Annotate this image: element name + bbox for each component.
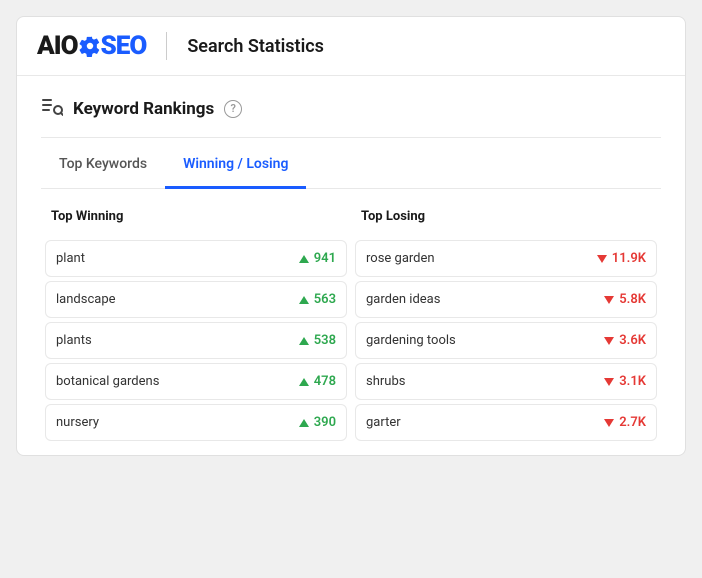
arrow-down-icon: [604, 378, 614, 386]
keyword-name: shrubs: [366, 374, 405, 389]
keyword-value: 5.8K: [604, 292, 646, 307]
keyword-name: plant: [56, 251, 85, 266]
table-area: Top Winning plant 941 landscape 563 plan…: [41, 189, 661, 455]
header-divider: [166, 32, 167, 60]
losing-row: shrubs 3.1K: [355, 363, 657, 400]
keyword-value: 390: [299, 415, 336, 430]
tab-top-keywords[interactable]: Top Keywords: [41, 142, 165, 189]
keyword-value: 11.9K: [597, 251, 646, 266]
winning-row: landscape 563: [45, 281, 347, 318]
keyword-value: 563: [299, 292, 336, 307]
losing-row: garter 2.7K: [355, 404, 657, 441]
losing-header: Top Losing: [351, 209, 661, 236]
card-body: Keyword Rankings ? Top Keywords Winning …: [17, 76, 685, 455]
losing-row: rose garden 11.9K: [355, 240, 657, 277]
losing-row: garden ideas 5.8K: [355, 281, 657, 318]
arrow-up-icon: [299, 255, 309, 263]
page-title: Search Statistics: [187, 36, 324, 57]
list-search-icon: [41, 96, 63, 121]
tab-winning-losing[interactable]: Winning / Losing: [165, 142, 306, 189]
keyword-value: 3.6K: [604, 333, 646, 348]
app-header: AIO SEO Search Statistics: [17, 17, 685, 76]
keyword-name: botanical gardens: [56, 374, 159, 389]
keyword-name: rose garden: [366, 251, 435, 266]
keyword-name: nursery: [56, 415, 99, 430]
winning-column: Top Winning plant 941 landscape 563 plan…: [41, 209, 351, 445]
keyword-name: garden ideas: [366, 292, 440, 307]
winning-row: plants 538: [45, 322, 347, 359]
arrow-up-icon: [299, 378, 309, 386]
keyword-name: gardening tools: [366, 333, 456, 348]
winning-row: nursery 390: [45, 404, 347, 441]
keyword-value: 2.7K: [604, 415, 646, 430]
help-icon[interactable]: ?: [224, 100, 242, 118]
logo-seo: SEO: [101, 31, 147, 61]
arrow-down-icon: [604, 337, 614, 345]
section-header: Keyword Rankings ?: [41, 96, 661, 138]
keyword-value: 941: [299, 251, 336, 266]
losing-column: Top Losing rose garden 11.9K garden idea…: [351, 209, 661, 445]
arrow-down-icon: [604, 296, 614, 304]
arrow-down-icon: [604, 419, 614, 427]
keyword-value: 478: [299, 374, 336, 389]
arrow-up-icon: [299, 337, 309, 345]
logo-aio: AIO: [37, 31, 78, 61]
losing-row: gardening tools 3.6K: [355, 322, 657, 359]
keyword-name: garter: [366, 415, 401, 430]
winning-row: botanical gardens 478: [45, 363, 347, 400]
arrow-up-icon: [299, 296, 309, 304]
winning-row: plant 941: [45, 240, 347, 277]
tabs-container: Top Keywords Winning / Losing: [41, 142, 661, 189]
section-title: Keyword Rankings: [73, 99, 214, 119]
keyword-value: 3.1K: [604, 374, 646, 389]
logo: AIO SEO: [37, 31, 146, 61]
winning-header: Top Winning: [41, 209, 351, 236]
arrow-up-icon: [299, 419, 309, 427]
keyword-name: landscape: [56, 292, 116, 307]
arrow-down-icon: [597, 255, 607, 263]
main-card: AIO SEO Search Statistics Keyword Rankin…: [16, 16, 686, 456]
keyword-name: plants: [56, 333, 92, 348]
keyword-value: 538: [299, 333, 336, 348]
gear-icon: [79, 35, 101, 57]
